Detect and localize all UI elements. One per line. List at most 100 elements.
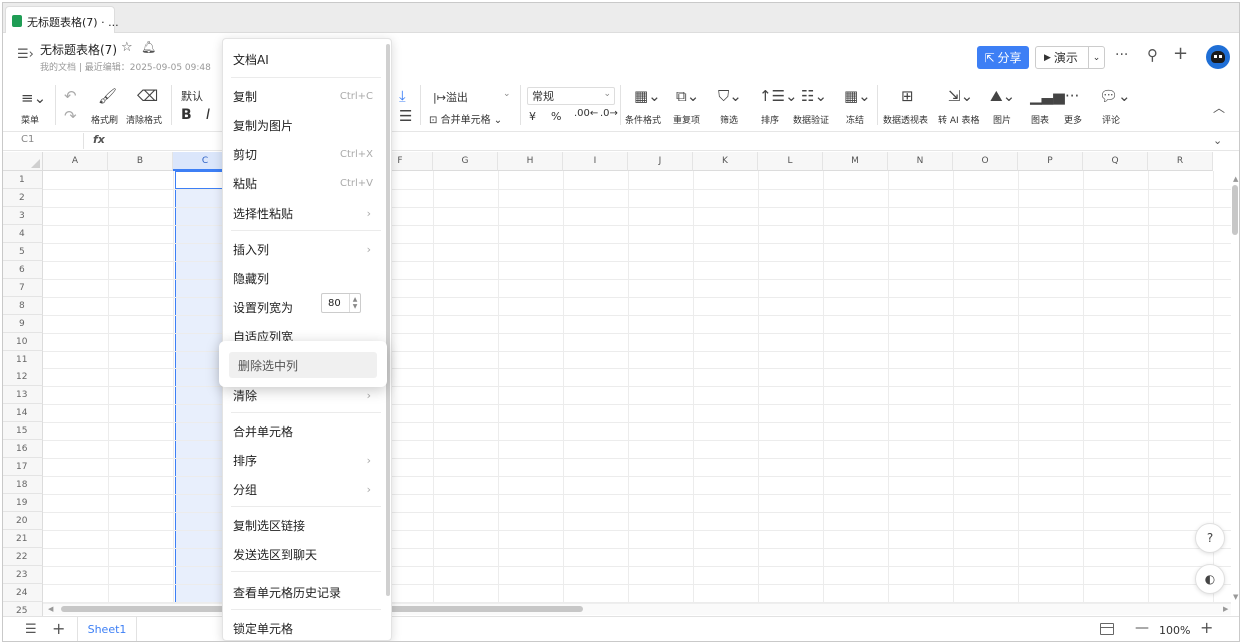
width-stepper-icon[interactable]: ▲ ▼ [349, 294, 360, 312]
row-header[interactable]: 17 [3, 458, 43, 476]
row-header[interactable]: 20 [3, 512, 43, 530]
assistant-button[interactable]: ◐ [1195, 564, 1225, 594]
scroll-right-icon[interactable]: ▶ [1223, 605, 1228, 613]
present-dropdown-icon[interactable]: ⌄ [1088, 47, 1104, 68]
menu-item-ai[interactable]: 文档AI [223, 46, 385, 72]
column-header-k[interactable]: K [693, 152, 758, 171]
row-header[interactable]: 24 [3, 584, 43, 602]
column-header-g[interactable]: G [433, 152, 498, 171]
select-all-corner[interactable] [3, 152, 43, 171]
present-button[interactable]: ▶ 演示 ⌄ [1035, 46, 1105, 69]
row-header[interactable]: 8 [3, 297, 43, 315]
percent-button[interactable]: % [551, 110, 561, 123]
share-button[interactable]: ⇱ 分享 [977, 46, 1029, 69]
menu-item-delete-column[interactable]: 删除选中列 [229, 352, 377, 378]
menu-item-set-width[interactable]: 设置列宽为 80 ▲ ▼ [223, 293, 385, 320]
add-sheet-icon[interactable]: + [52, 619, 65, 638]
menu-item-copy-as-image[interactable]: 复制为图片 [223, 112, 385, 138]
pivot-table-icon[interactable]: ⊞ [901, 87, 914, 105]
vertical-scroll-thumb[interactable] [1232, 185, 1238, 235]
vertical-scrollbar[interactable] [1231, 171, 1239, 603]
column-header-o[interactable]: O [953, 152, 1018, 171]
increase-decimal-icon[interactable]: .0→ [600, 108, 618, 119]
cell-reference[interactable]: C1 [21, 134, 34, 145]
row-header[interactable]: 10 [3, 333, 43, 351]
row-header[interactable]: 11 [3, 351, 43, 369]
scroll-up-icon[interactable]: ▲ [1233, 175, 1238, 183]
column-header-a[interactable]: A [43, 152, 108, 171]
menu-item-paste-special[interactable]: 选择性粘贴 › [223, 200, 385, 226]
decrease-decimal-icon[interactable]: .00← [574, 108, 598, 119]
menu-item-paste[interactable]: 粘贴 Ctrl+V [223, 170, 385, 196]
row-header[interactable]: 9 [3, 315, 43, 333]
row-header[interactable]: 16 [3, 440, 43, 458]
row-header[interactable]: 6 [3, 261, 43, 279]
active-cell[interactable] [175, 171, 226, 189]
help-button[interactable]: ? [1195, 523, 1225, 553]
menu-item-copy-link[interactable]: 复制选区链接 [223, 512, 385, 538]
filter-icon[interactable]: ⛉⌄ [718, 87, 742, 105]
row-header[interactable]: 1 [3, 171, 43, 189]
more-tools-icon[interactable]: ··· [1065, 87, 1079, 105]
column-header-i[interactable]: I [563, 152, 628, 171]
new-icon[interactable]: + [1173, 43, 1188, 64]
star-icon[interactable]: ☆ [121, 40, 133, 55]
scroll-left-icon[interactable]: ◀ [48, 605, 53, 613]
sort-icon[interactable]: ↑☰⌄ [759, 87, 798, 105]
column-header-b[interactable]: B [108, 152, 173, 171]
zoom-in-icon[interactable]: + [1200, 618, 1213, 637]
row-header[interactable]: 14 [3, 404, 43, 422]
bell-icon[interactable]: 🔔︎ [141, 40, 156, 54]
row-header[interactable]: 13 [3, 386, 43, 404]
row-header[interactable]: 15 [3, 422, 43, 440]
menu-item-group[interactable]: 分组 › [223, 476, 385, 502]
menu-icon[interactable]: ≡⌄ [21, 89, 46, 107]
comment-icon[interactable]: 💬︎⌄ [1099, 87, 1131, 105]
format-painter-icon[interactable]: 🖌︎ [98, 87, 117, 105]
zoom-level[interactable]: 100% [1159, 624, 1190, 637]
menu-item-hide-column[interactable]: 隐藏列 [223, 265, 385, 291]
eraser-icon[interactable]: ⌫ [137, 87, 158, 105]
row-header[interactable]: 7 [3, 279, 43, 297]
overflow-dropdown-icon[interactable]: ⌄ [503, 89, 511, 99]
menu-item-cut[interactable]: 剪切 Ctrl+X [223, 141, 385, 167]
menu-item-sort[interactable]: 排序 › [223, 447, 385, 473]
expand-formula-icon[interactable]: ⌄ [1213, 134, 1222, 147]
menu-item-copy[interactable]: 复制 Ctrl+C [223, 83, 385, 109]
italic-button[interactable]: I [206, 107, 210, 123]
column-header-p[interactable]: P [1018, 152, 1083, 171]
column-width-input[interactable]: 80 ▲ ▼ [321, 293, 361, 313]
undo-icon[interactable]: ↶ [64, 87, 77, 105]
column-header-h[interactable]: H [498, 152, 563, 171]
document-tab[interactable]: 无标题表格(7) · ... [5, 6, 119, 33]
column-header-n[interactable]: N [888, 152, 953, 171]
row-header[interactable]: 12 [3, 368, 43, 386]
collapse-toolbar-icon[interactable]: ︿ [1213, 99, 1225, 116]
column-header-r[interactable]: R [1148, 152, 1213, 171]
column-header-q[interactable]: Q [1083, 152, 1148, 171]
row-header[interactable]: 22 [3, 548, 43, 566]
menu-item-merge[interactable]: 合并单元格 [223, 418, 385, 444]
menu-item-send-to-chat[interactable]: 发送选区到聊天 [223, 541, 385, 567]
freeze-icon[interactable]: ▦⌄ [844, 87, 871, 105]
number-format-select[interactable]: 常规 ⌄ [527, 87, 615, 105]
row-header[interactable]: 4 [3, 225, 43, 243]
outline-toggle-icon[interactable]: ☰› [17, 47, 34, 62]
wrap-icon[interactable]: ☰ [399, 107, 412, 125]
sheet-list-icon[interactable]: ☰ [25, 622, 37, 637]
scroll-down-icon[interactable]: ▼ [1233, 593, 1238, 601]
conditional-format-icon[interactable]: ▦⌄ [634, 87, 661, 105]
row-header[interactable]: 5 [3, 243, 43, 261]
view-mode-icon[interactable] [1100, 623, 1114, 635]
row-header[interactable]: 19 [3, 494, 43, 512]
menu-item-lock[interactable]: 锁定单元格 [223, 615, 385, 640]
data-validation-icon[interactable]: ☷⌄ [801, 87, 827, 105]
font-select[interactable]: 默认 [181, 88, 203, 104]
merge-cells-button[interactable]: ⊡ 合并单元格 ⌄ [429, 111, 502, 126]
column-header-m[interactable]: M [823, 152, 888, 171]
sheet-tab[interactable]: Sheet1 [77, 616, 137, 641]
row-header[interactable]: 18 [3, 476, 43, 494]
zoom-out-icon[interactable]: — [1135, 620, 1149, 636]
document-title[interactable]: 无标题表格(7) [40, 41, 117, 58]
row-header[interactable]: 3 [3, 207, 43, 225]
